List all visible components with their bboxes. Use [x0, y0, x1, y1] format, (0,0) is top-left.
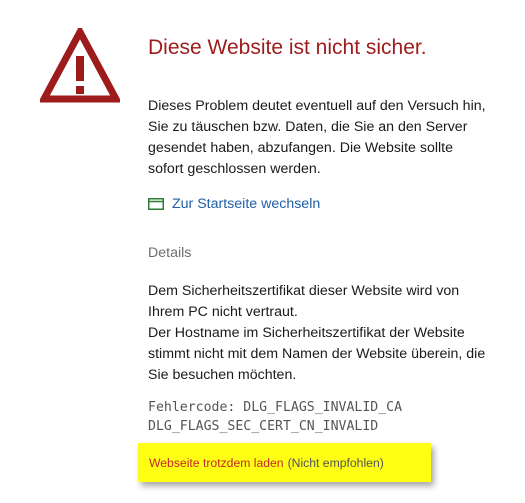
details-line-hostname: Der Hostname im Sicherheitszertifikat de…: [148, 325, 486, 383]
details-text: Dem Sicherheitszertifikat dieser Website…: [148, 281, 493, 386]
window-icon: [148, 198, 164, 210]
error-code-line-2: DLG_FLAGS_SEC_CERT_CN_INVALID: [148, 419, 379, 434]
home-link[interactable]: Zur Startseite wechseln: [148, 196, 320, 212]
warning-triangle-icon: [40, 28, 120, 103]
error-code: Fehlercode: DLG_FLAGS_INVALID_CA DLG_FLA…: [148, 398, 402, 436]
load-anyway-link[interactable]: Webseite trotzdem laden: [149, 456, 284, 470]
intro-text: Dieses Problem deutet eventuell auf den …: [148, 98, 486, 177]
page-title: Diese Website ist nicht sicher.: [148, 36, 427, 59]
load-anyway-highlight[interactable]: Webseite trotzdem laden (Nicht empfohlen…: [138, 443, 431, 482]
home-link-label: Zur Startseite wechseln: [172, 196, 321, 212]
not-recommended-note: (Nicht empfohlen): [287, 455, 384, 470]
error-code-line-1: Fehlercode: DLG_FLAGS_INVALID_CA: [148, 400, 403, 415]
details-toggle[interactable]: Details: [148, 245, 191, 261]
details-line-untrusted: Dem Sicherheitszertifikat dieser Website…: [148, 283, 460, 320]
